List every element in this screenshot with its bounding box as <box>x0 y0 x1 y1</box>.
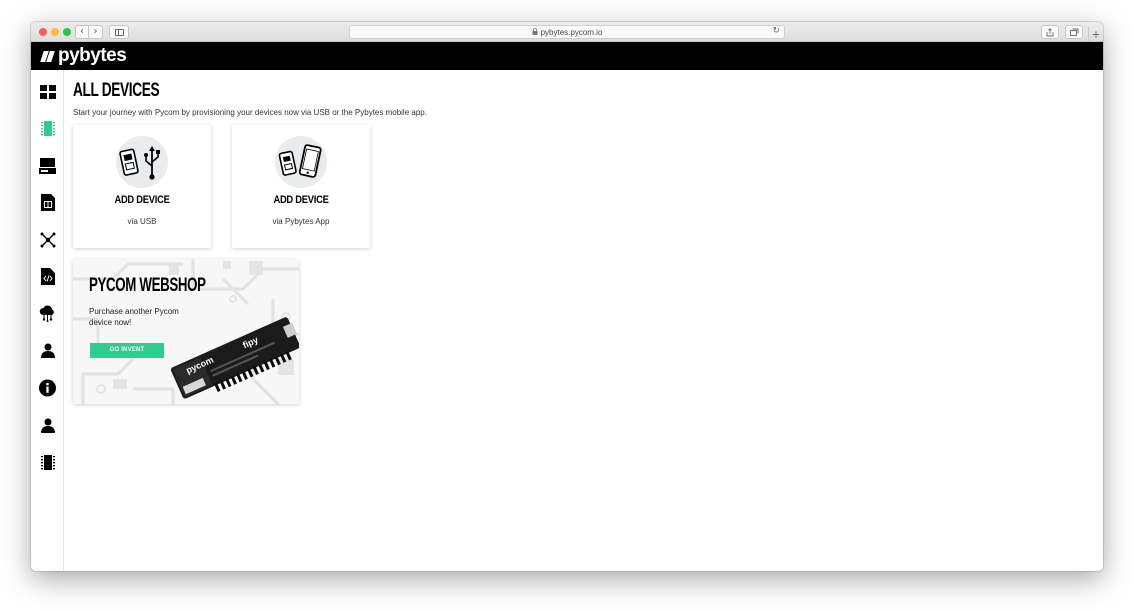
sidebar-icon <box>114 28 124 36</box>
devices-icon <box>40 121 55 136</box>
maximize-window-button[interactable] <box>63 28 71 36</box>
back-button[interactable]: ‹ <box>75 25 89 39</box>
sidebar-item-projects[interactable] <box>39 157 56 174</box>
webshop-banner: PYCOM WEBSHOP Purchase another Pycom dev… <box>73 259 299 404</box>
main-content: ALL DEVICES Start your journey with Pyco… <box>64 70 1103 571</box>
sidebar-item-devices[interactable] <box>39 120 56 137</box>
browser-titlebar: ‹ › pybytes.pycom.io ↻ + <box>31 22 1103 42</box>
sidebar-item-info[interactable] <box>39 379 56 396</box>
user-icon <box>40 343 55 358</box>
card-title: ADD DEVICE <box>114 194 170 206</box>
sim-card-icon <box>40 194 55 211</box>
dashboard-icon <box>39 84 56 99</box>
sidebar-item-account[interactable] <box>39 417 56 434</box>
card-subtitle: via USB <box>127 217 157 226</box>
projects-icon <box>39 157 56 174</box>
forward-button[interactable]: › <box>89 25 103 39</box>
address-bar[interactable]: pybytes.pycom.io ↻ <box>349 25 785 39</box>
new-tab-button[interactable]: + <box>1088 27 1103 42</box>
share-icon <box>1046 27 1054 36</box>
tab-overview-button[interactable] <box>1065 25 1083 39</box>
sidebar-item-cloud[interactable] <box>39 305 56 322</box>
chevron-left-icon: ‹ <box>80 26 84 37</box>
pycom-logo-icon <box>39 49 55 63</box>
sidebar-item-dashboard[interactable] <box>39 83 56 100</box>
fipy-board-image: pycom fipy <box>170 317 299 399</box>
cloud-network-icon <box>39 305 54 322</box>
webshop-title: PYCOM WEBSHOP <box>89 275 206 296</box>
account-icon <box>40 418 55 433</box>
card-title: ADD DEVICE <box>273 194 329 206</box>
share-button[interactable] <box>1041 25 1059 39</box>
add-device-app-card[interactable]: ADD DEVICE via Pybytes App <box>232 125 370 248</box>
usb-device-icon <box>116 136 168 188</box>
browser-window: ‹ › pybytes.pycom.io ↻ + pybytes ALL DEV… <box>31 22 1103 571</box>
sidebar-item-hardware[interactable] <box>39 454 56 471</box>
tabs-icon <box>1069 28 1078 36</box>
add-device-usb-card[interactable]: ADD DEVICE via USB <box>73 125 211 248</box>
card-subtitle: via Pybytes App <box>272 217 330 226</box>
logo-text: pybytes <box>58 45 127 66</box>
chevron-right-icon: › <box>93 26 98 37</box>
app-header: pybytes <box>31 42 1103 70</box>
sidebar-item-sim[interactable] <box>39 194 56 211</box>
sidebar-item-code[interactable] <box>39 268 56 285</box>
lock-icon <box>532 27 538 37</box>
chip-icon <box>40 455 55 470</box>
sidebar-toggle-button[interactable] <box>109 25 129 39</box>
close-window-button[interactable] <box>39 28 47 36</box>
go-invent-button[interactable]: GO INVENT <box>90 343 164 358</box>
url-text: pybytes.pycom.io <box>540 27 603 37</box>
sidebar-item-user[interactable] <box>39 342 56 359</box>
mobile-app-icon <box>275 136 327 188</box>
page-subtitle: Start your journey with Pycom by provisi… <box>73 108 427 117</box>
sidebar <box>31 70 64 571</box>
reload-icon[interactable]: ↻ <box>772 26 780 36</box>
code-file-icon <box>40 268 55 285</box>
minimize-window-button[interactable] <box>51 28 59 36</box>
sidebar-item-integrations[interactable] <box>39 231 56 248</box>
info-icon <box>39 379 56 396</box>
integrations-icon <box>40 232 55 247</box>
pybytes-logo[interactable]: pybytes <box>39 45 127 67</box>
page-title: ALL DEVICES <box>73 80 160 101</box>
